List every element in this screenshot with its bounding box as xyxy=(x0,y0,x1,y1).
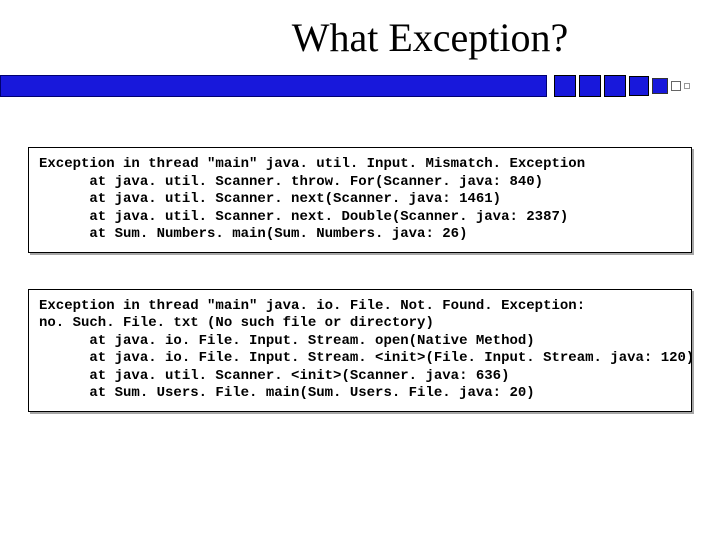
accent-square-icon xyxy=(579,75,601,97)
accent-square-icon xyxy=(684,83,690,89)
code-text: Exception in thread "main" java. util. I… xyxy=(39,156,681,244)
accent-square-icon xyxy=(652,78,668,94)
accent-square-icon xyxy=(604,75,626,97)
code-text: Exception in thread "main" java. io. Fil… xyxy=(39,298,681,403)
slide: What Exception? Exception in thread "mai… xyxy=(0,0,720,540)
slide-title: What Exception? xyxy=(0,0,720,69)
accent-square-icon xyxy=(629,76,649,96)
accent-square-icon xyxy=(554,75,576,97)
code-block-2: Exception in thread "main" java. io. Fil… xyxy=(28,289,692,412)
accent-bar xyxy=(0,75,547,97)
accent-bar-row xyxy=(0,75,720,97)
accent-square-icon xyxy=(671,81,681,91)
code-block-1: Exception in thread "main" java. util. I… xyxy=(28,147,692,253)
accent-squares xyxy=(547,75,720,97)
